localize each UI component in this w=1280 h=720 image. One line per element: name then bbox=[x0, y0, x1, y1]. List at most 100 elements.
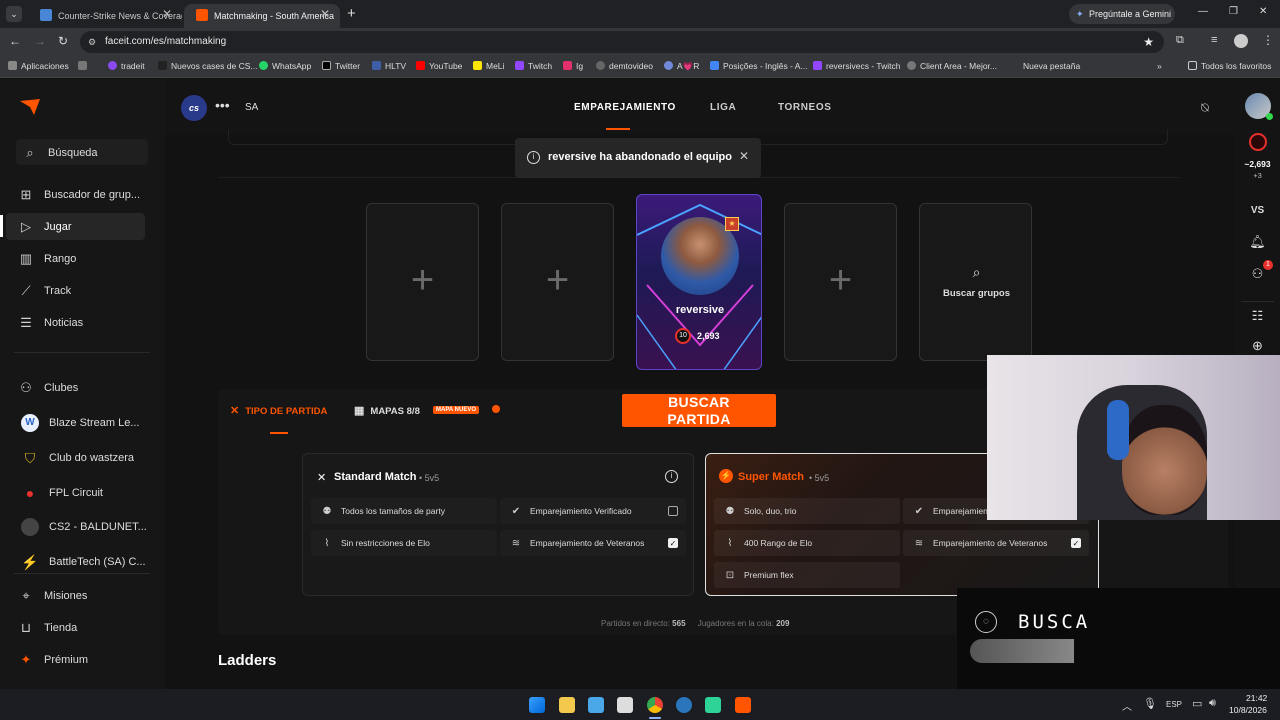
new-tab-button[interactable]: + bbox=[347, 5, 356, 22]
toast-close-icon[interactable]: ✕ bbox=[739, 149, 749, 163]
browser-tab-active[interactable]: Matchmaking - South America ✕ bbox=[184, 4, 340, 28]
language-indicator[interactable]: ESP bbox=[1166, 700, 1182, 709]
sidebar-item-track[interactable]: ⟋ Track bbox=[18, 283, 71, 299]
all-bookmarks[interactable]: Todos los favoritos bbox=[1188, 61, 1271, 71]
sidebar-item-clubs[interactable]: ⚇ Clubes bbox=[18, 380, 78, 396]
gemini-button[interactable]: ✦ Pregúntale a Gemini bbox=[1069, 4, 1175, 24]
extensions-icon[interactable]: ⧉ bbox=[1176, 34, 1184, 47]
reload-icon[interactable]: ↻ bbox=[58, 34, 68, 48]
veterans-checkbox[interactable]: ✓ bbox=[668, 538, 678, 548]
overlay-text: BUSCA bbox=[1018, 611, 1091, 633]
sidebar-item-party-finder[interactable]: ⊞ Buscador de grup... bbox=[18, 187, 140, 203]
tab-matchmaking[interactable]: EMPAREJAMIENTO bbox=[574, 102, 676, 113]
bookmark-item[interactable]: Client Area - Mejor... bbox=[907, 61, 997, 71]
discord-icon[interactable] bbox=[705, 697, 721, 713]
bookmarks-overflow-icon[interactable]: » bbox=[1157, 61, 1162, 71]
user-icon: ⚉ bbox=[322, 505, 332, 517]
bookmark-star-icon[interactable]: ★ bbox=[1143, 31, 1154, 53]
bookmark-item[interactable]: Twitch bbox=[515, 61, 552, 71]
game-selector-cs2-icon[interactable]: cs bbox=[181, 95, 207, 121]
sidebar-item-shop[interactable]: ⊔ Tienda bbox=[18, 620, 77, 636]
search-input[interactable]: ⌕ Búsqueda bbox=[22, 145, 97, 161]
match-type-tab[interactable]: ✕ TIPO DE PARTIDA bbox=[230, 404, 327, 417]
tab-tournaments[interactable]: TORNEOS bbox=[778, 102, 831, 113]
profile-avatar-icon[interactable] bbox=[1234, 34, 1248, 48]
play-icon: ▷ bbox=[21, 219, 31, 234]
tab-league[interactable]: LIGA bbox=[710, 102, 736, 113]
sidebar-item-missions[interactable]: ⌖ Misiones bbox=[18, 588, 87, 604]
site-info-icon[interactable]: ⚙ bbox=[88, 31, 96, 53]
faceit-logo-icon[interactable] bbox=[20, 99, 40, 115]
microphone-icon[interactable]: 🎙︎ bbox=[1143, 697, 1157, 710]
bookmark-item[interactable]: YouTube bbox=[416, 61, 462, 71]
restore-icon[interactable]: ❐ bbox=[1229, 6, 1238, 17]
notifications-off-icon[interactable]: ⍉ bbox=[1201, 100, 1209, 116]
sidebar-item-premium[interactable]: ✦ Prémium bbox=[18, 652, 88, 668]
add-circle-icon[interactable]: ⊕ bbox=[1235, 338, 1280, 354]
bookmark-item[interactable]: demtovideo bbox=[596, 61, 653, 71]
sidebar-item-rank[interactable]: ▥ Rango bbox=[18, 251, 77, 267]
close-window-icon[interactable]: ✕ bbox=[1259, 6, 1267, 17]
bookmark-item[interactable]: MeLi bbox=[473, 61, 504, 71]
bookmark-grid-icon[interactable] bbox=[78, 61, 91, 71]
bell-icon[interactable]: 🔔︎ bbox=[1235, 234, 1280, 250]
club-item[interactable]: CS2 - BALDUNET... bbox=[21, 518, 147, 536]
club-item[interactable]: ⚡ BattleTech (SA) C... bbox=[21, 553, 145, 571]
invite-slot[interactable]: + bbox=[784, 203, 897, 361]
sidebar-item-news[interactable]: ☰ Noticias bbox=[18, 315, 83, 331]
clock-date[interactable]: 10/8/2026 bbox=[1229, 705, 1267, 715]
standard-match-panel[interactable]: ✕ Standard Match • 5v5 i ⚉ Todos los tama… bbox=[302, 453, 694, 596]
bookmark-item[interactable]: HLTV bbox=[372, 61, 406, 71]
bookmark-item[interactable]: A💗R bbox=[664, 61, 699, 72]
bookmark-item[interactable]: Nuevos cases de CS... bbox=[158, 61, 257, 71]
more-games-icon[interactable]: ••• bbox=[215, 97, 230, 113]
browser-tab[interactable]: Counter-Strike News & Coverag ✕ bbox=[28, 4, 182, 28]
snipping-tool-icon[interactable] bbox=[617, 697, 633, 713]
info-icon[interactable]: i bbox=[665, 470, 678, 483]
network-icon[interactable]: ▭ bbox=[1192, 697, 1202, 710]
bookmark-item[interactable]: Posições - Inglês - A... bbox=[710, 61, 808, 71]
windows-start-icon[interactable] bbox=[529, 697, 545, 713]
find-match-button[interactable]: BUSCAR PARTIDA bbox=[622, 394, 776, 427]
club-item[interactable]: ⛉ Club do wastzera bbox=[21, 449, 134, 467]
club-item[interactable]: ● FPL Circuit bbox=[21, 484, 103, 502]
steam-icon[interactable] bbox=[676, 697, 692, 713]
region-label[interactable]: SA bbox=[245, 102, 258, 113]
minimize-icon[interactable]: — bbox=[1198, 6, 1208, 17]
faceit-ac-icon[interactable] bbox=[735, 697, 751, 713]
forward-icon[interactable]: → bbox=[34, 34, 46, 48]
bookmark-item[interactable]: tradeit bbox=[108, 61, 145, 71]
close-tab-icon[interactable]: ✕ bbox=[320, 7, 330, 21]
menu-icon[interactable]: ⋮ bbox=[1262, 33, 1274, 47]
bookmark-item[interactable]: reversivecs - Twitch bbox=[813, 61, 900, 71]
clock-time[interactable]: 21:42 bbox=[1246, 693, 1267, 703]
tab-list-dropdown-icon[interactable]: ⌄ bbox=[6, 6, 22, 22]
webcam-overlay bbox=[987, 355, 1280, 520]
bookmark-item[interactable]: WhatsApp bbox=[259, 61, 311, 71]
versus-icon[interactable]: VS bbox=[1235, 205, 1280, 216]
veterans-checkbox[interactable]: ✓ bbox=[1071, 538, 1081, 548]
back-icon[interactable]: ← bbox=[9, 34, 21, 48]
maps-tab[interactable]: ▦ MAPAS 8/8 bbox=[354, 404, 420, 417]
find-groups-card[interactable]: ⌕ Buscar grupos bbox=[919, 203, 1032, 361]
volume-icon[interactable]: 🔊︎ bbox=[1209, 697, 1216, 710]
invite-slot[interactable]: + bbox=[366, 203, 479, 361]
media-icon[interactable]: ≡ bbox=[1211, 34, 1217, 46]
url-field[interactable]: ⚙ faceit.com/es/matchmaking ★ bbox=[80, 31, 1164, 53]
invite-slot[interactable]: + bbox=[501, 203, 614, 361]
player-card[interactable]: ★ reversive 10 2,693 bbox=[636, 194, 762, 370]
bookmark-item[interactable]: Nueva pestaña bbox=[1010, 61, 1080, 71]
bookmark-item[interactable]: Twitter bbox=[322, 61, 360, 71]
friends-icon[interactable]: ⚇ bbox=[1235, 266, 1280, 282]
chrome-icon[interactable] bbox=[647, 697, 663, 713]
file-explorer-icon[interactable] bbox=[559, 697, 575, 713]
tray-overflow-icon[interactable]: ︿ bbox=[1122, 698, 1132, 713]
verified-checkbox[interactable] bbox=[668, 506, 678, 516]
bookmark-item[interactable]: Ig bbox=[563, 61, 583, 71]
sidebar-item-play[interactable]: ▷ Jugar bbox=[18, 219, 72, 235]
close-tab-icon[interactable]: ✕ bbox=[162, 7, 172, 21]
bookmark-apps[interactable]: Aplicaciones bbox=[8, 61, 69, 71]
party-list-icon[interactable]: ☷ bbox=[1235, 308, 1280, 324]
club-item[interactable]: W Blaze Stream Le... bbox=[21, 414, 140, 432]
photos-icon[interactable] bbox=[588, 697, 604, 713]
